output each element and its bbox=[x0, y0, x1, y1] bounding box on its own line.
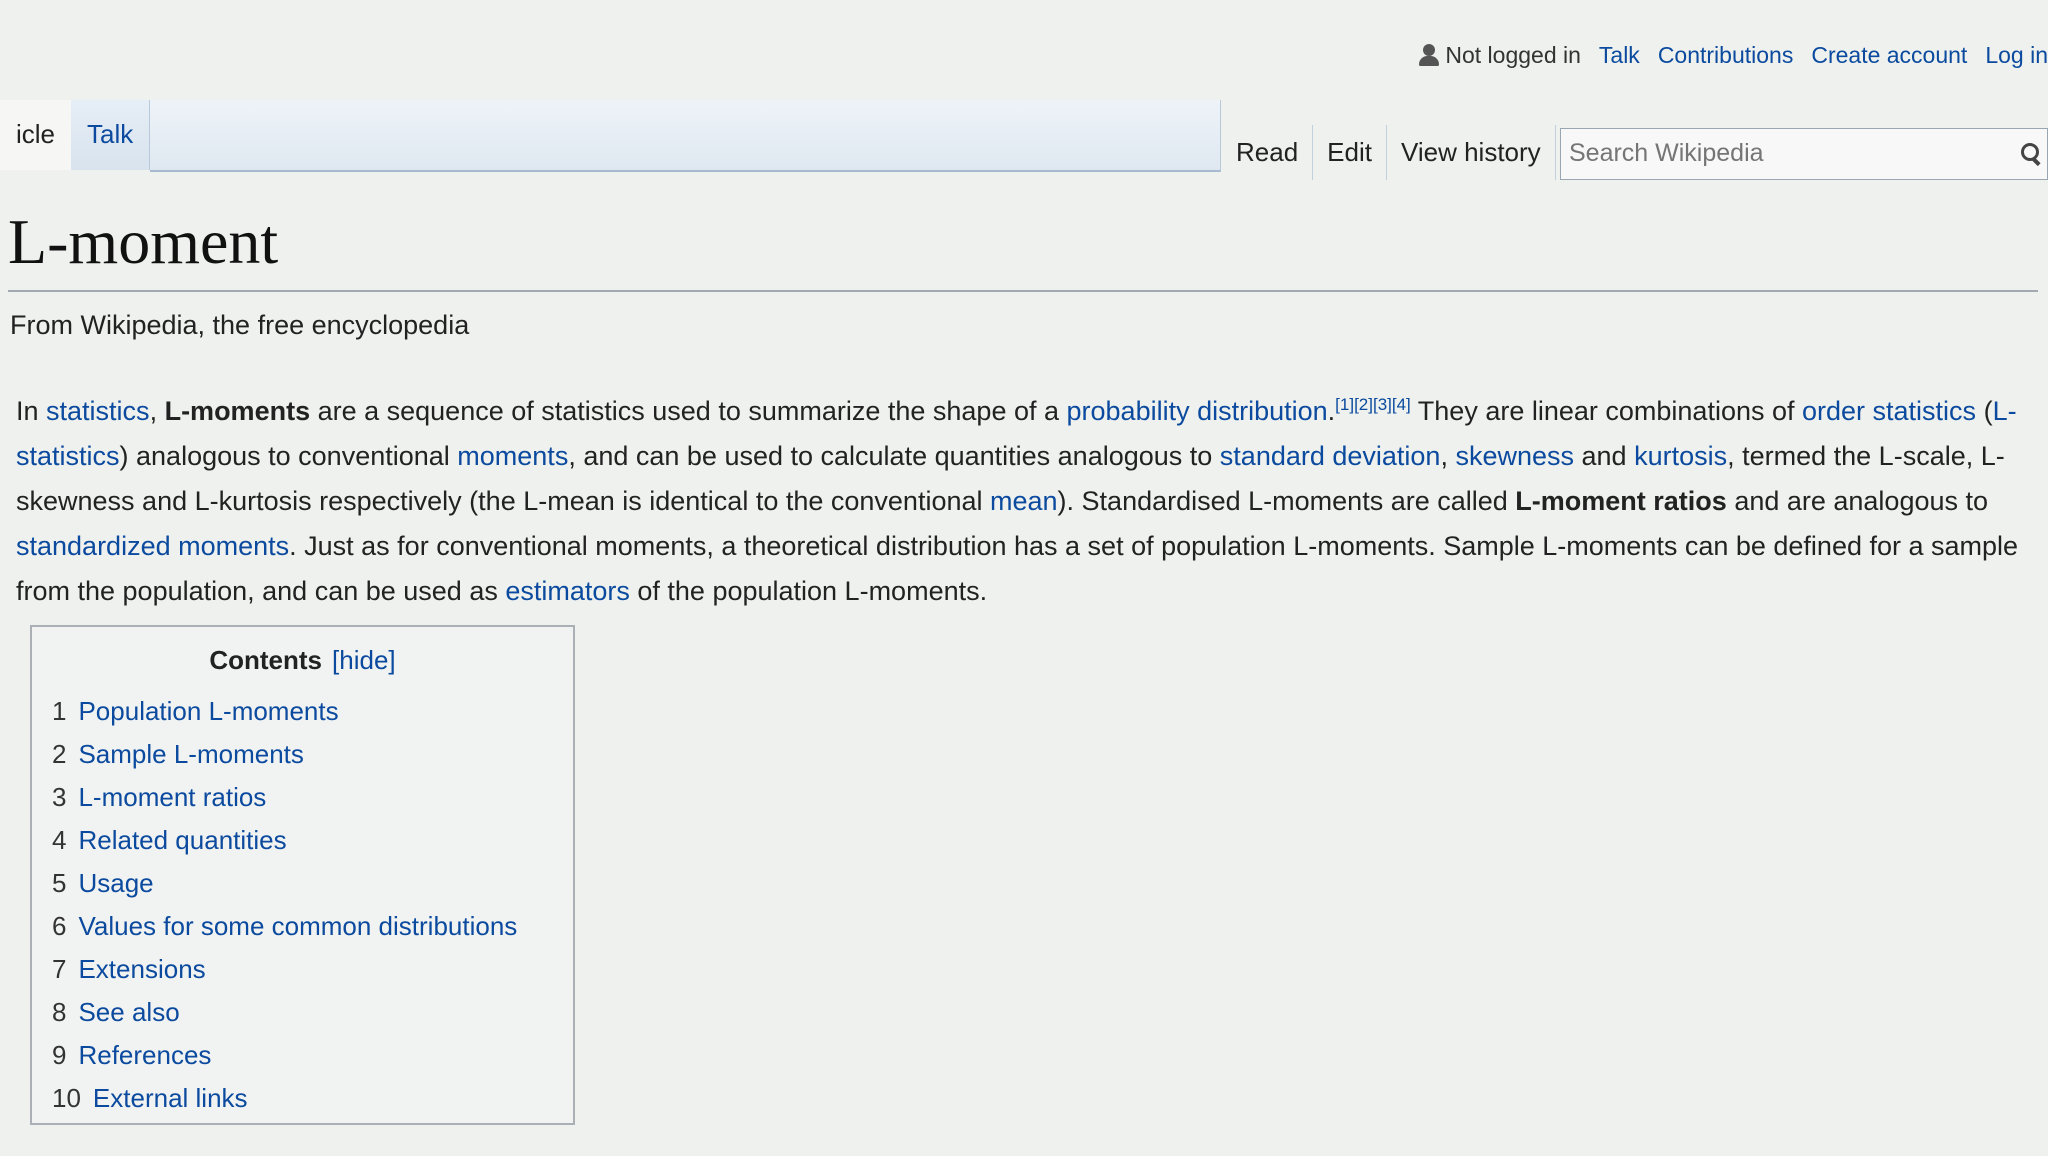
table-of-contents: Contents [hide] 1 Population L-moments 2 Sa… bbox=[30, 625, 575, 1125]
toc-title: Contents bbox=[209, 645, 323, 675]
toc-item-link[interactable]: Usage bbox=[78, 868, 153, 898]
toc-item-link[interactable]: Sample L-moments bbox=[78, 739, 303, 769]
toc-hide-toggle[interactable]: [hide] bbox=[332, 645, 396, 675]
toc-header: Contents [hide] bbox=[32, 645, 573, 676]
toc-item[interactable]: 9 References bbox=[52, 1034, 573, 1077]
lead-text: are a sequence of statistics used to sum… bbox=[310, 396, 1067, 426]
tab-view-history[interactable]: View history bbox=[1387, 125, 1556, 180]
toc-item[interactable]: 3 L-moment ratios bbox=[52, 776, 573, 819]
user-status-label: Not logged in bbox=[1445, 42, 1581, 68]
toc-item-link[interactable]: Values for some common distributions bbox=[78, 911, 517, 941]
page-title: L-moment bbox=[8, 206, 279, 277]
toc-item[interactable]: 4 Related quantities bbox=[52, 819, 573, 862]
reference-links[interactable]: [1][2][3][4] bbox=[1335, 395, 1411, 414]
lead-text: They are linear combinations of bbox=[1410, 396, 1802, 426]
lead-text: and are analogous to bbox=[1726, 486, 1989, 516]
link-standardized-moments[interactable]: standardized moments bbox=[16, 531, 289, 561]
user-status: Not logged in bbox=[1419, 42, 1581, 69]
bold-term-l-moment-ratios: L-moment ratios bbox=[1515, 486, 1727, 516]
lead-text: . Just as for conventional moments, a th… bbox=[16, 531, 2019, 606]
lead-text: ( bbox=[1976, 396, 1993, 426]
toc-item[interactable]: 6 Values for some common distributions bbox=[52, 905, 573, 948]
lead-text: and bbox=[1574, 441, 1635, 471]
title-divider bbox=[8, 290, 2038, 292]
page: Not logged in Talk Contributions Create … bbox=[0, 0, 2048, 1156]
search-input[interactable] bbox=[1561, 129, 1997, 177]
link-probability-distribution[interactable]: probability distribution bbox=[1067, 396, 1328, 426]
lead-text: In bbox=[16, 396, 47, 426]
toc-item-number: 6 bbox=[52, 911, 67, 941]
view-tabs: Read Edit View history bbox=[1222, 125, 1556, 180]
toc-item-number: 7 bbox=[52, 954, 67, 984]
tab-edit[interactable]: Edit bbox=[1313, 125, 1387, 180]
bold-term-l-moments: L-moments bbox=[164, 396, 311, 426]
search-icon[interactable] bbox=[2021, 143, 2039, 161]
lead-text: , bbox=[1440, 441, 1456, 471]
tab-read[interactable]: Read bbox=[1222, 125, 1314, 180]
link-moments[interactable]: moments bbox=[457, 441, 568, 471]
toc-item-number: 8 bbox=[52, 997, 67, 1027]
toc-item-number: 2 bbox=[52, 739, 67, 769]
toc-item[interactable]: 8 See also bbox=[52, 991, 573, 1034]
personal-talk-link[interactable]: Talk bbox=[1599, 42, 1640, 69]
lead-text: , bbox=[149, 396, 165, 426]
link-standard-deviation[interactable]: standard deviation bbox=[1220, 441, 1441, 471]
toc-item-number: 4 bbox=[52, 825, 67, 855]
toc-item-link[interactable]: L-moment ratios bbox=[78, 782, 266, 812]
toc-item-number: 5 bbox=[52, 868, 67, 898]
create-account-link[interactable]: Create account bbox=[1811, 42, 1967, 69]
toc-item-link[interactable]: See also bbox=[78, 997, 179, 1027]
toc-item[interactable]: 2 Sample L-moments bbox=[52, 733, 573, 776]
site-tagline: From Wikipedia, the free encyclopedia bbox=[10, 310, 470, 340]
toc-item[interactable]: 10 External links bbox=[52, 1077, 573, 1120]
lead-text: , and can be used to calculate quantitie… bbox=[568, 441, 1220, 471]
search-box bbox=[1560, 128, 2048, 180]
toc-item[interactable]: 5 Usage bbox=[52, 862, 573, 905]
toc-item-link[interactable]: External links bbox=[93, 1083, 248, 1113]
toc-item-link[interactable]: References bbox=[78, 1040, 211, 1070]
link-mean[interactable]: mean bbox=[990, 486, 1058, 516]
toc-list: 1 Population L-moments 2 Sample L-moments … bbox=[32, 690, 573, 1120]
user-icon bbox=[1419, 43, 1440, 68]
tab-talk[interactable]: Talk bbox=[71, 100, 151, 170]
toc-item[interactable]: 1 Population L-moments bbox=[52, 690, 573, 733]
namespace-tabs: icle Talk bbox=[0, 100, 151, 170]
lead-text: ) analogous to conventional bbox=[119, 441, 458, 471]
toc-item-number: 9 bbox=[52, 1040, 67, 1070]
lead-text: of the population L-moments. bbox=[629, 576, 988, 606]
link-order-statistics[interactable]: order statistics bbox=[1802, 396, 1976, 426]
link-kurtosis[interactable]: kurtosis bbox=[1634, 441, 1727, 471]
toc-item-number: 10 bbox=[52, 1083, 81, 1113]
personal-tools: Not logged in Talk Contributions Create … bbox=[1419, 42, 2048, 69]
lead-text: ). Standardised L-moments are called bbox=[1057, 486, 1516, 516]
toc-item[interactable]: 7 Extensions bbox=[52, 948, 573, 991]
lead-paragraph: In statistics, L-moments are a sequence … bbox=[16, 382, 2031, 614]
tab-article[interactable]: icle bbox=[0, 100, 72, 170]
toc-item-number: 3 bbox=[52, 782, 67, 812]
link-statistics[interactable]: statistics bbox=[46, 396, 150, 426]
tab-bar-background bbox=[150, 100, 1221, 172]
toc-item-link[interactable]: Population L-moments bbox=[78, 696, 338, 726]
toc-item-link[interactable]: Related quantities bbox=[78, 825, 286, 855]
toc-item-number: 1 bbox=[52, 696, 67, 726]
log-in-link[interactable]: Log in bbox=[1985, 42, 2048, 69]
link-skewness[interactable]: skewness bbox=[1455, 441, 1574, 471]
link-estimators[interactable]: estimators bbox=[505, 576, 630, 606]
contributions-link[interactable]: Contributions bbox=[1658, 42, 1794, 69]
toc-item-link[interactable]: Extensions bbox=[78, 954, 205, 984]
